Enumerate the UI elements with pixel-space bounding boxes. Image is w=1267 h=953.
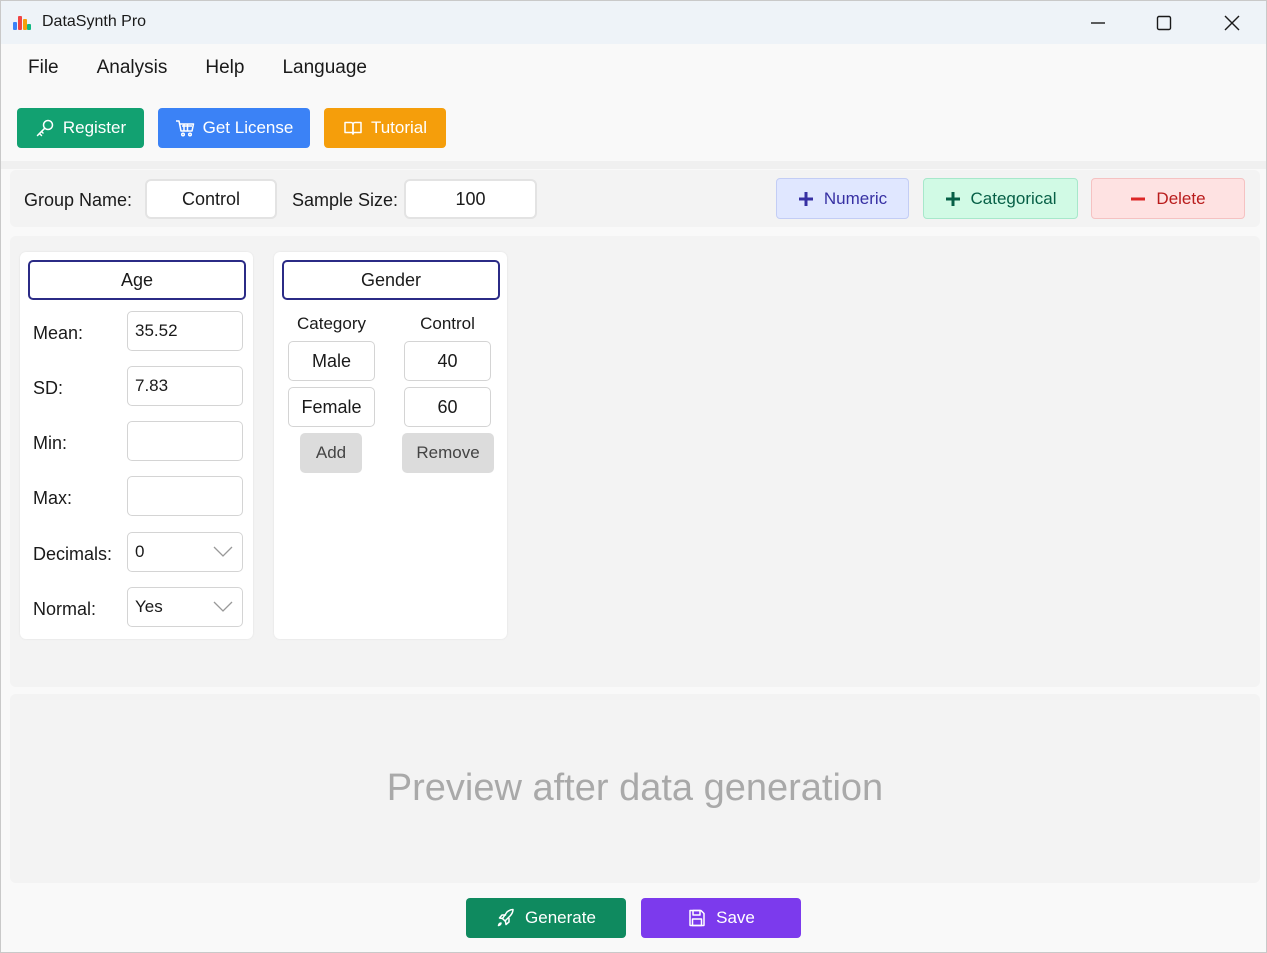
- floppy-icon: [689, 909, 705, 927]
- sd-input[interactable]: 7.83: [127, 366, 243, 406]
- menu-analysis[interactable]: Analysis: [78, 51, 187, 89]
- remove-category-button[interactable]: Remove: [402, 433, 494, 473]
- sample-size-input[interactable]: 100: [404, 179, 537, 219]
- title-bar: DataSynth Pro: [1, 1, 1266, 44]
- chevron-down-icon: [213, 546, 233, 557]
- generate-label: Generate: [525, 908, 596, 927]
- categorical-variable-name[interactable]: Gender: [282, 260, 500, 300]
- normal-label: Normal:: [33, 599, 97, 619]
- add-numeric-button[interactable]: Numeric: [776, 178, 909, 219]
- min-label: Min:: [33, 433, 68, 453]
- add-category-button[interactable]: Add: [300, 433, 362, 473]
- menu-bar: File Analysis Help Language: [9, 51, 386, 89]
- plus-icon: [798, 191, 813, 206]
- menu-language[interactable]: Language: [263, 51, 386, 89]
- key-icon: [36, 119, 54, 137]
- cart-icon: [175, 120, 194, 137]
- save-label: Save: [716, 908, 755, 927]
- minimize-button[interactable]: [1065, 1, 1131, 44]
- mean-input[interactable]: 35.52: [127, 311, 243, 351]
- sample-size-label: Sample Size:: [292, 190, 399, 210]
- add-categorical-label: Categorical: [970, 188, 1057, 208]
- maximize-button[interactable]: [1131, 1, 1197, 44]
- delete-variable-button[interactable]: Delete: [1091, 178, 1245, 219]
- add-categorical-button[interactable]: Categorical: [923, 178, 1078, 219]
- minus-icon: [1131, 197, 1146, 200]
- decimals-select[interactable]: 0: [127, 532, 243, 572]
- decimals-value: 0: [135, 542, 145, 561]
- toolbar-separator: [1, 161, 1266, 169]
- app-window: DataSynth Pro File Analysis Help Languag…: [0, 0, 1267, 953]
- category-input[interactable]: Male: [288, 341, 375, 381]
- decimals-label: Decimals:: [33, 544, 113, 564]
- get-license-label: Get License: [202, 118, 294, 137]
- group-column-header: Control: [420, 314, 475, 333]
- plus-icon: [945, 191, 960, 206]
- group-settings-row: Group Name: Control Sample Size: 100 Num…: [10, 170, 1260, 227]
- toolbar: Register Get License Tutorial: [17, 108, 446, 148]
- max-input[interactable]: [127, 476, 243, 516]
- numeric-variable-card: Age Mean: 35.52 SD: 7.83 Min: Max: Decim…: [20, 252, 253, 639]
- menu-file[interactable]: File: [9, 51, 78, 89]
- bar-chart-icon: [13, 14, 31, 30]
- tutorial-button[interactable]: Tutorial: [324, 108, 446, 148]
- window-title: DataSynth Pro: [42, 13, 147, 30]
- get-license-button[interactable]: Get License: [158, 108, 310, 148]
- register-button[interactable]: Register: [17, 108, 144, 148]
- add-numeric-label: Numeric: [823, 188, 888, 208]
- group-name-input[interactable]: Control: [145, 179, 277, 219]
- group-name-label: Group Name:: [24, 190, 133, 210]
- normal-value: Yes: [135, 597, 163, 616]
- delete-label: Delete: [1156, 188, 1206, 208]
- category-input[interactable]: Female: [288, 387, 375, 427]
- count-input[interactable]: 60: [404, 387, 491, 427]
- numeric-variable-name[interactable]: Age: [28, 260, 246, 300]
- normal-select[interactable]: Yes: [127, 587, 243, 627]
- generate-button[interactable]: Generate: [466, 898, 626, 938]
- book-icon: [344, 121, 362, 135]
- register-label: Register: [62, 118, 127, 137]
- max-label: Max:: [33, 488, 73, 508]
- variables-area: Age Mean: 35.52 SD: 7.83 Min: Max: Decim…: [10, 236, 1260, 687]
- chevron-down-icon: [213, 601, 233, 612]
- minimize-icon: [1091, 21, 1105, 24]
- categorical-variable-card: Gender Category Control Male 40 Female 6…: [274, 252, 507, 639]
- tutorial-label: Tutorial: [370, 118, 428, 137]
- rocket-icon: [497, 908, 514, 927]
- save-button[interactable]: Save: [641, 898, 801, 938]
- close-button[interactable]: [1199, 1, 1265, 44]
- min-input[interactable]: [127, 421, 243, 461]
- preview-panel: Preview after data generation: [10, 694, 1260, 883]
- maximize-icon: [1156, 15, 1172, 30]
- menu-help[interactable]: Help: [186, 51, 263, 89]
- close-icon: [1224, 15, 1240, 30]
- preview-placeholder: Preview after data generation: [386, 767, 884, 809]
- category-column-header: Category: [297, 314, 366, 333]
- mean-label: Mean:: [33, 323, 84, 343]
- count-input[interactable]: 40: [404, 341, 491, 381]
- sd-label: SD:: [33, 378, 64, 398]
